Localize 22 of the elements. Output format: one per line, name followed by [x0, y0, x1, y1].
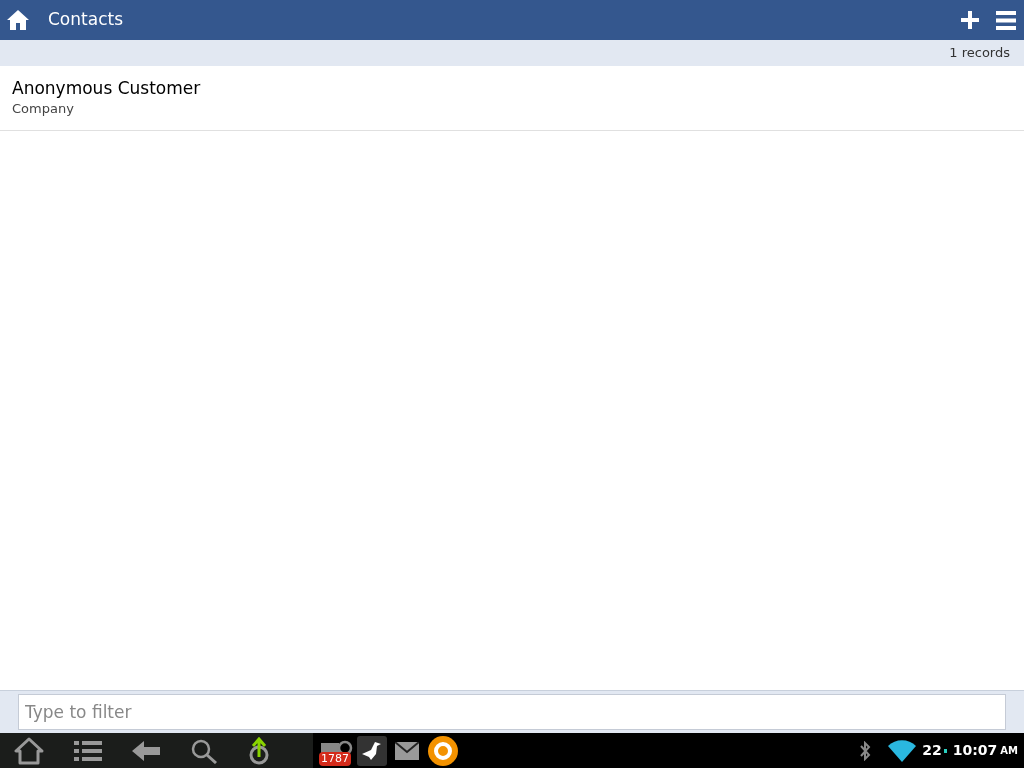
add-icon[interactable] — [960, 10, 980, 30]
screen-title: Contacts — [48, 8, 123, 32]
back-icon[interactable] — [132, 740, 160, 761]
home-icon[interactable] — [14, 736, 44, 765]
bird-icon[interactable] — [357, 735, 387, 766]
contact-company: Company — [12, 100, 75, 118]
battery-icon — [943, 748, 947, 753]
contact-row[interactable]: Anonymous Customer Company — [0, 66, 1024, 131]
list-icon[interactable] — [74, 740, 102, 761]
battery-level: 22 — [922, 741, 942, 760]
upload-icon[interactable] — [248, 736, 270, 765]
search-icon[interactable] — [190, 737, 218, 764]
menu-icon[interactable] — [996, 10, 1016, 30]
clock-ampm: AM — [1000, 744, 1018, 758]
clock-time: 10:07 — [952, 741, 998, 760]
wifi-icon — [888, 739, 917, 762]
ring-icon[interactable] — [427, 734, 459, 767]
mail-icon[interactable] — [395, 741, 419, 760]
filter-field[interactable]: Type to filter — [18, 694, 1006, 730]
home-icon[interactable] — [6, 9, 30, 31]
records-count: 1 records — [949, 44, 1010, 63]
contact-name: Anonymous Customer — [12, 77, 202, 99]
